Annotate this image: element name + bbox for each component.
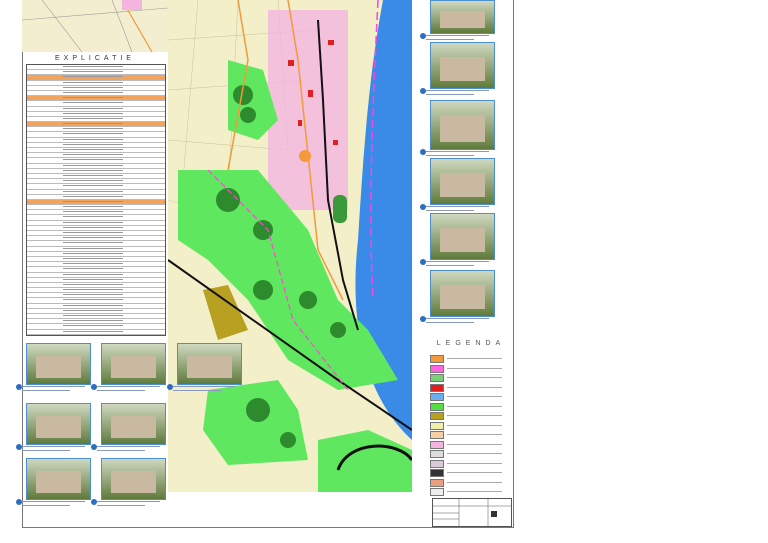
- photo-caption: [22, 450, 70, 451]
- legend-label: [447, 443, 502, 445]
- title-block: [432, 498, 512, 527]
- building-photo: [101, 343, 166, 385]
- photo-caption: [426, 35, 489, 36]
- photo-caption: [426, 94, 474, 95]
- photo-caption: [426, 210, 474, 211]
- photo-caption: [22, 390, 70, 391]
- photo-caption: [97, 501, 160, 502]
- legend-label: [447, 491, 502, 492]
- building-photo: [430, 270, 495, 317]
- building-photo: [430, 158, 495, 205]
- legend-label: [447, 377, 502, 378]
- photo-caption: [22, 501, 85, 502]
- legend-label: [447, 358, 502, 359]
- photo-caption: [173, 390, 221, 391]
- photo-caption: [173, 386, 236, 387]
- building-photo: [430, 0, 495, 34]
- building-photo: [26, 403, 91, 445]
- photo-caption: [22, 505, 70, 506]
- legend-swatch: [430, 469, 444, 477]
- legend-swatch: [430, 440, 444, 449]
- legend-swatch: [430, 412, 444, 420]
- legend-swatch: [430, 393, 444, 401]
- explanation-title: EXPLICATIE: [55, 55, 135, 62]
- legend-swatch: [430, 478, 444, 487]
- legend-swatch: [430, 421, 444, 430]
- photo-caption: [426, 155, 474, 156]
- photo-caption: [22, 386, 85, 387]
- photo-caption: [97, 386, 160, 387]
- photo-caption: [97, 390, 145, 391]
- legend-swatch: [430, 450, 444, 458]
- urban-plan-map[interactable]: [167, 0, 414, 492]
- legend-swatch: [430, 459, 444, 468]
- legend-label: [447, 415, 502, 416]
- legend-swatch: [430, 374, 444, 382]
- legend-swatch: [430, 364, 444, 373]
- photo-caption: [426, 265, 474, 266]
- legend-title: LEGENDA: [436, 340, 506, 347]
- legend-label: [447, 386, 502, 388]
- building-photo: [26, 343, 91, 385]
- legend-label: [447, 481, 502, 483]
- building-photo: [101, 458, 166, 500]
- photo-caption: [426, 318, 489, 319]
- building-photo: [430, 213, 495, 260]
- legend-label: [447, 396, 502, 397]
- legend-swatch: [430, 355, 444, 363]
- legend-label: [447, 462, 502, 464]
- photo-caption: [426, 261, 489, 262]
- legend-label: [447, 405, 502, 407]
- table-row: [27, 330, 165, 335]
- legend-swatch: [430, 488, 444, 496]
- photo-caption: [22, 446, 85, 447]
- photo-caption: [426, 206, 489, 207]
- photo-caption: [97, 446, 160, 447]
- building-photo: [26, 458, 91, 500]
- legend-label: [447, 367, 502, 369]
- building-photo: [177, 343, 242, 385]
- photo-caption: [97, 450, 145, 451]
- location-thumbnail-map: [22, 0, 168, 52]
- legend-label: [447, 453, 502, 454]
- photo-caption: [97, 505, 145, 506]
- photo-caption: [426, 90, 489, 91]
- explanation-table: [26, 64, 166, 336]
- legend-label: [447, 434, 502, 435]
- legend-label: [447, 472, 502, 473]
- building-photo: [430, 100, 495, 150]
- legend-swatch: [430, 383, 444, 392]
- photo-caption: [426, 151, 489, 152]
- legend-swatch: [430, 431, 444, 439]
- building-photo: [430, 42, 495, 89]
- legend-label: [447, 424, 502, 426]
- building-photo: [101, 403, 166, 445]
- photo-caption: [426, 39, 474, 40]
- photo-caption: [426, 322, 474, 323]
- legend-swatch: [430, 402, 444, 411]
